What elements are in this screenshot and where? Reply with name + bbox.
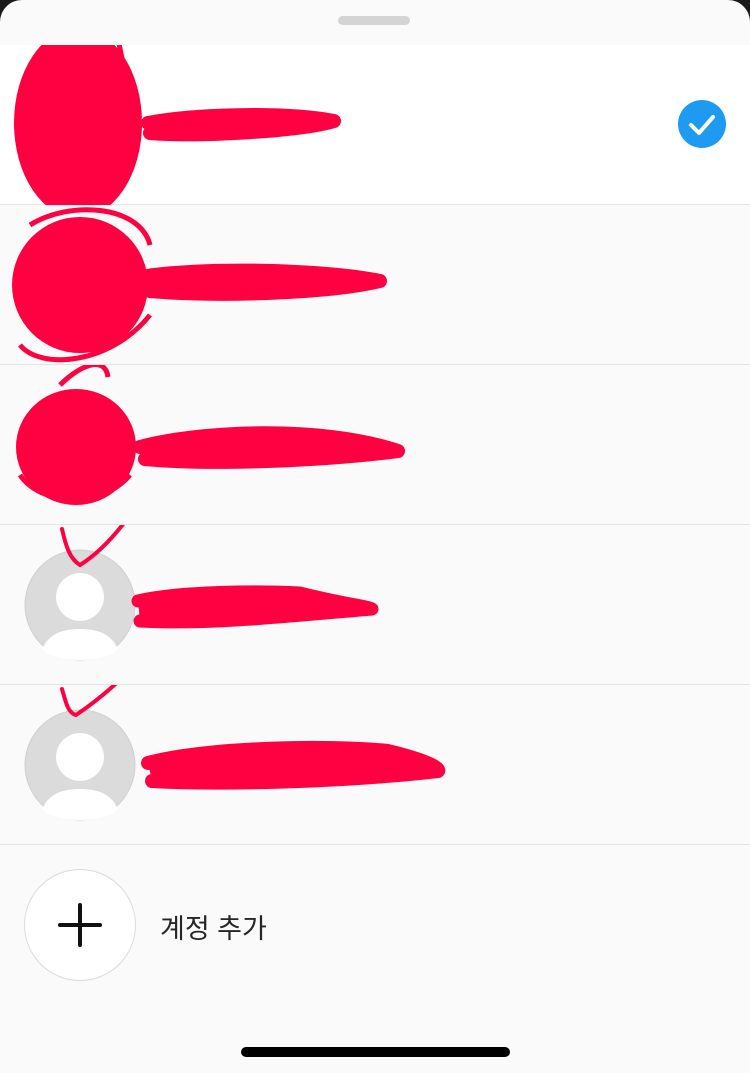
- account-switcher-sheet: 계정 추가: [0, 0, 750, 1073]
- home-indicator: [241, 1047, 510, 1057]
- sheet-grabber[interactable]: [338, 16, 410, 25]
- add-account-label: 계정 추가: [160, 914, 267, 944]
- account-row-5[interactable]: [0, 685, 750, 845]
- avatar: [24, 389, 136, 501]
- add-account-row[interactable]: 계정 추가: [0, 845, 750, 1005]
- default-avatar-icon: [24, 709, 136, 821]
- account-row-2[interactable]: [0, 205, 750, 365]
- plus-icon: [24, 869, 136, 981]
- avatar: [24, 229, 136, 341]
- account-row-4[interactable]: [0, 525, 750, 685]
- avatar: [24, 69, 136, 181]
- account-row-3[interactable]: [0, 365, 750, 525]
- account-row-1[interactable]: [0, 45, 750, 205]
- selected-check-icon: [678, 100, 726, 148]
- default-avatar-icon: [24, 549, 136, 661]
